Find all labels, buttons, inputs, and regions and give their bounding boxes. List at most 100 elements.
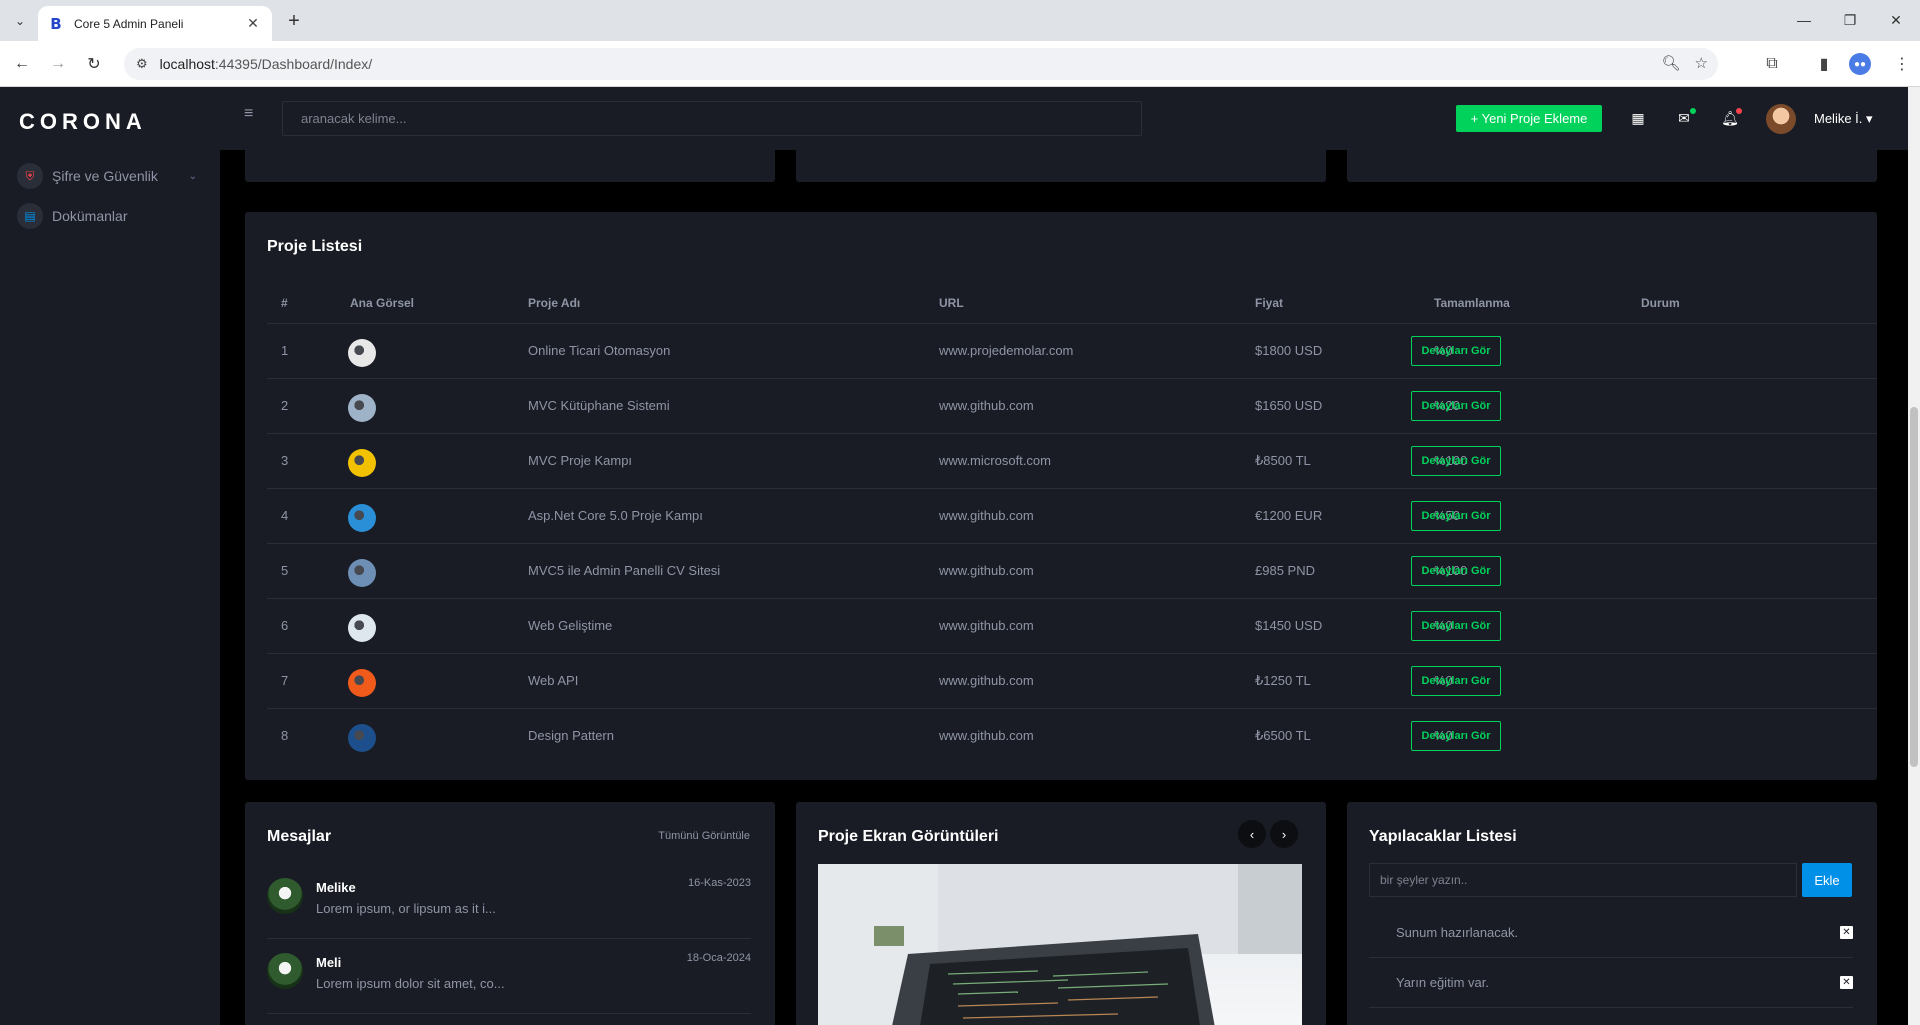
todo-item: Sunum hazırlanacak. ✕: [1369, 908, 1853, 958]
table-row: 4 Asp.Net Core 5.0 Proje Kampı www.github.…: [267, 488, 1877, 543]
todo-title: Yapılacaklar Listesi: [1369, 828, 1517, 845]
project-thumbnail-image: [348, 504, 376, 532]
project-url: www.microsoft.com: [939, 453, 1051, 468]
row-number: 3: [281, 453, 289, 468]
project-price: ₺8500 TL: [1255, 453, 1311, 468]
avatar[interactable]: [1766, 104, 1796, 134]
search-input[interactable]: [282, 101, 1142, 136]
chevron-down-icon: ⌄: [188, 170, 197, 182]
col-header: #: [281, 296, 288, 310]
project-name: MVC Kütüphane Sistemi: [528, 398, 670, 413]
view-details-button[interactable]: Detayları Gör: [1411, 391, 1501, 421]
restore-icon[interactable]: ❐: [1830, 8, 1870, 32]
extensions-icon[interactable]: ⧉: [1760, 52, 1784, 76]
browser-profile-icon[interactable]: ●●: [1849, 53, 1871, 75]
todo-card: Yapılacaklar Listesi Ekle Sunum hazırlan…: [1347, 802, 1877, 1025]
next-arrow-icon[interactable]: ›: [1270, 820, 1298, 848]
forward-icon[interactable]: →: [44, 50, 72, 78]
project-name: Web API: [528, 673, 579, 688]
table-row: 5 MVC5 ile Admin Panelli CV Sitesi www.git…: [267, 543, 1877, 598]
project-price: ₺1250 TL: [1255, 673, 1311, 688]
table-row: 2 MVC Kütüphane Sistemi www.github.com $165…: [267, 378, 1877, 433]
document-icon: ▤: [17, 203, 43, 229]
side-panel-icon[interactable]: ▮: [1812, 52, 1836, 76]
stat-card: [1347, 150, 1877, 182]
col-header: Durum: [1641, 296, 1680, 310]
user-menu[interactable]: Melike İ. ▾: [1814, 111, 1873, 127]
avatar: [267, 878, 303, 914]
sidebar-item-documents[interactable]: ▤ Dokümanlar: [17, 203, 197, 229]
project-list-card: Proje Listesi # Ana Görsel Proje Adı URL…: [245, 212, 1877, 780]
row-number: 4: [281, 508, 289, 523]
view-details-button[interactable]: Detayları Gör: [1411, 336, 1501, 366]
project-name: Web Geliştime: [528, 618, 613, 633]
todo-input[interactable]: [1369, 863, 1797, 897]
bell-badge: [1736, 108, 1742, 114]
add-todo-button[interactable]: Ekle: [1802, 863, 1852, 897]
view-details-button[interactable]: Detayları Gör: [1411, 446, 1501, 476]
view-details-button[interactable]: Detayları Gör: [1411, 666, 1501, 696]
close-tab-icon[interactable]: ✕: [244, 15, 262, 32]
menu-toggle-icon[interactable]: ≡: [244, 105, 253, 123]
project-url: www.github.com: [939, 618, 1034, 633]
table-row: 6 Web Geliştime www.github.com $1450 USD %0 D…: [267, 598, 1877, 653]
minimize-icon[interactable]: —: [1784, 8, 1824, 32]
screenshots-title: Proje Ekran Görüntüleri: [818, 828, 999, 845]
row-number: 1: [281, 343, 289, 358]
grid-icon[interactable]: ▦: [1628, 108, 1648, 128]
url-text: localhost:44395/Dashboard/Index/: [159, 56, 373, 72]
project-price: $1650 USD: [1255, 398, 1323, 413]
project-thumbnail-image: [348, 449, 376, 477]
zoom-icon[interactable]: 🔍︎: [1662, 54, 1681, 72]
new-tab-icon[interactable]: +: [282, 9, 306, 33]
reload-icon[interactable]: ↻: [80, 50, 108, 78]
message-sender: Meli: [316, 955, 342, 970]
new-project-button[interactable]: + Yeni Proje Ekleme: [1456, 105, 1602, 132]
view-details-button[interactable]: Detayları Gör: [1411, 501, 1501, 531]
messages-title: Mesajlar: [267, 828, 332, 845]
project-price: $1450 USD: [1255, 618, 1323, 633]
tab-search-icon[interactable]: ⌄: [8, 9, 32, 33]
address-bar[interactable]: ⚙ localhost:44395/Dashboard/Index/ 🔍︎ ☆: [124, 48, 1718, 80]
row-number: 6: [281, 618, 289, 633]
project-price: ₺6500 TL: [1255, 728, 1311, 743]
brand-logo: CORONA: [19, 109, 147, 134]
remove-icon[interactable]: ✕: [1840, 976, 1853, 989]
view-details-button[interactable]: Detayları Gör: [1411, 556, 1501, 586]
table-row: 3 MVC Proje Kampı www.microsoft.com ₺8500 T…: [267, 433, 1877, 488]
project-name: Design Pattern: [528, 728, 614, 743]
remove-icon[interactable]: ✕: [1840, 926, 1853, 939]
browser-tab[interactable]: B Core 5 Admin Paneli ✕: [38, 6, 272, 41]
favicon-icon: B: [50, 14, 62, 33]
project-thumbnail-image: [348, 559, 376, 587]
project-url: www.github.com: [939, 398, 1034, 413]
prev-arrow-icon[interactable]: ‹: [1238, 820, 1266, 848]
col-header: Proje Adı: [528, 296, 581, 310]
view-details-button[interactable]: Detayları Gör: [1411, 721, 1501, 751]
window-close-icon[interactable]: ✕: [1876, 8, 1916, 32]
screenshots-card: Proje Ekran Görüntüleri ‹ ›: [796, 802, 1326, 1025]
back-icon[interactable]: ←: [8, 50, 36, 78]
site-info-icon[interactable]: ⚙: [136, 56, 148, 72]
project-name: MVC5 ile Admin Panelli CV Sitesi: [528, 563, 721, 578]
row-number: 2: [281, 398, 289, 413]
row-number: 5: [281, 563, 289, 578]
message-date: 16-Kas-2023: [688, 877, 751, 889]
view-details-button[interactable]: Detayları Gör: [1411, 611, 1501, 641]
sidebar-item-security[interactable]: ⛨ Şifre ve Güvenlik ⌄: [17, 163, 197, 189]
message-item[interactable]: Meli Lorem ipsum dolor sit amet, co... 1…: [267, 939, 751, 1014]
message-item[interactable]: Melike Lorem ipsum, or lipsum as it i...…: [267, 864, 751, 939]
shield-icon: ⛨: [17, 163, 43, 189]
project-thumbnail-image: [348, 614, 376, 642]
todo-item: Yarın eğitim var. ✕: [1369, 958, 1853, 1008]
main-content: Proje Listesi # Ana Görsel Proje Adı URL…: [220, 150, 1920, 1025]
admin-app: CORONA ⛨ Şifre ve Güvenlik ⌄ ▤ Dokümanla…: [0, 87, 1920, 1025]
project-thumbnail-image: [348, 394, 376, 422]
scrollbar-thumb[interactable]: [1910, 407, 1918, 767]
project-thumbnail-image: [348, 724, 376, 752]
view-all-link[interactable]: Tümünü Görüntüle: [658, 830, 750, 842]
bookmark-star-icon[interactable]: ☆: [1695, 54, 1708, 72]
browser-menu-icon[interactable]: ⋮: [1890, 52, 1914, 76]
page-scrollbar[interactable]: [1908, 87, 1920, 1025]
message-sender: Melike: [316, 880, 356, 895]
